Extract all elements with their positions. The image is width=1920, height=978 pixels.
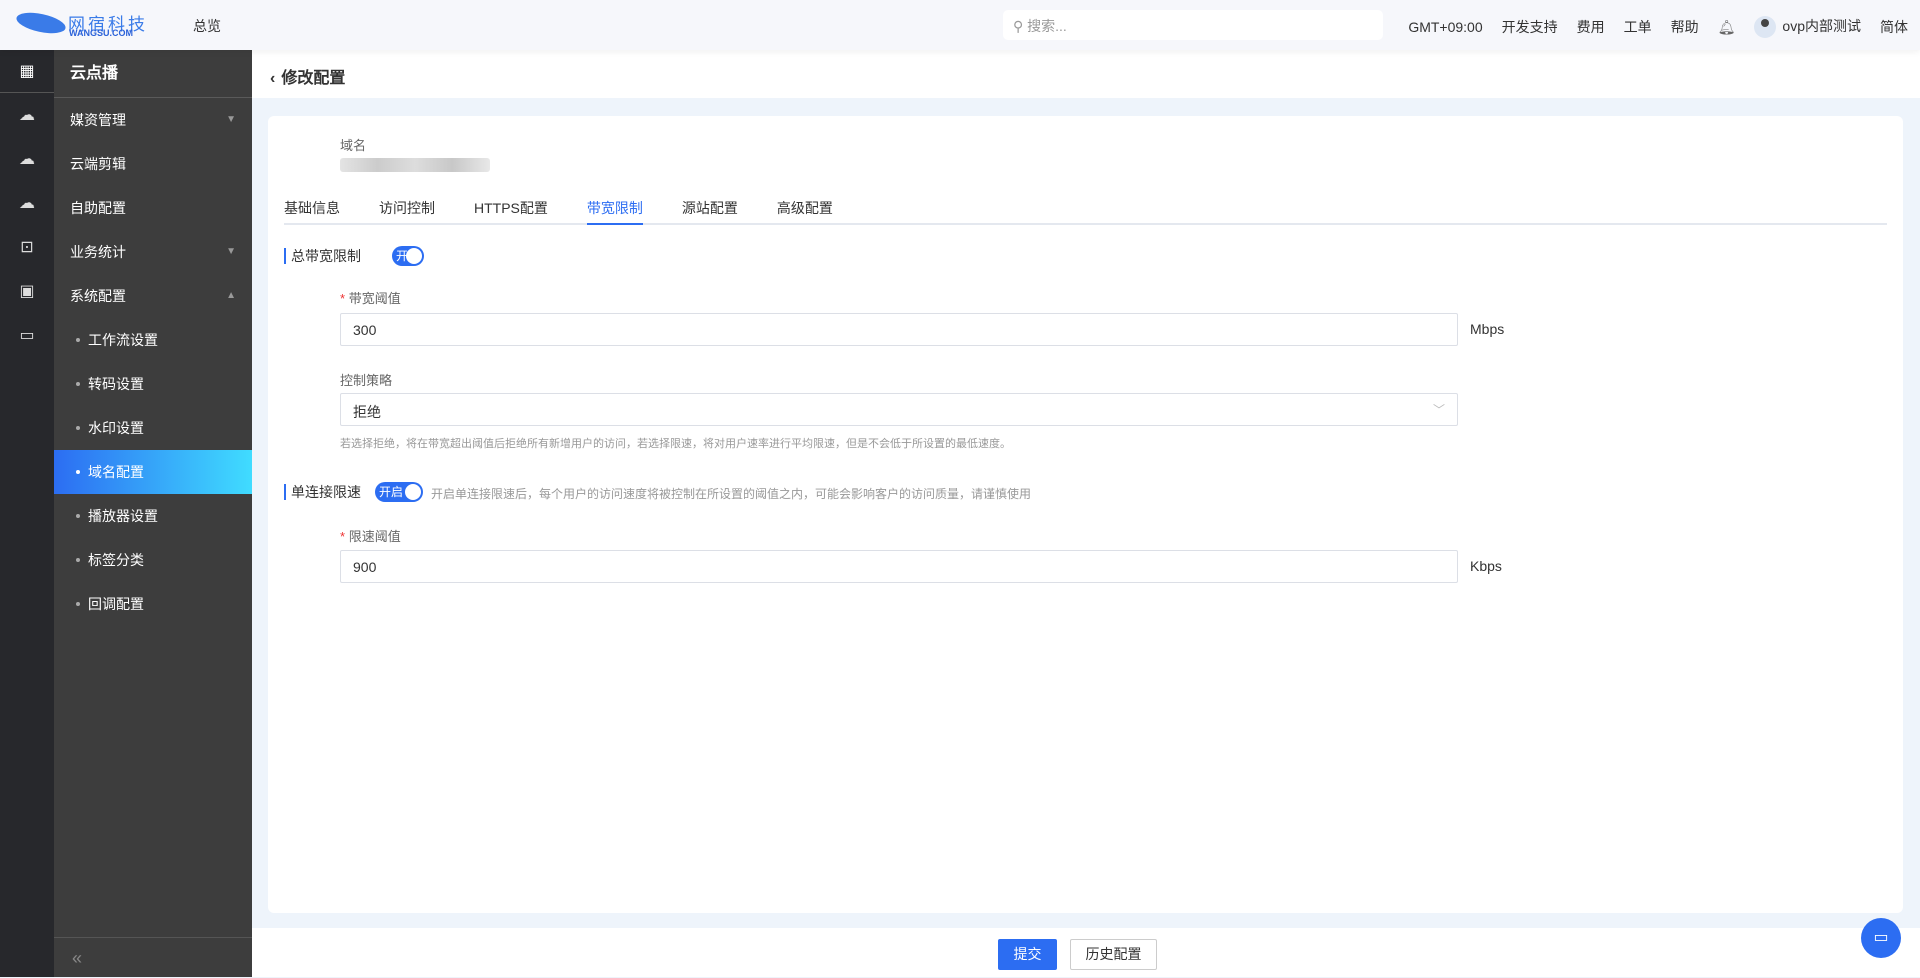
cloud-play-icon[interactable]: ☁	[0, 137, 54, 181]
history-config-button[interactable]: 历史配置	[1070, 939, 1157, 970]
nav-help[interactable]: 帮助	[1671, 17, 1699, 37]
config-card: 域名 基础信息 访问控制 HTTPS配置 带宽限制 源站配置 高级配置 总带宽限…	[268, 116, 1903, 913]
logo-mark-icon	[14, 8, 68, 38]
submit-button[interactable]: 提交	[998, 939, 1057, 970]
sidebar-item-workflow[interactable]: 工作流设置	[54, 318, 252, 362]
cloud-shield-icon[interactable]: ☁	[0, 181, 54, 225]
chevron-down-icon: ▼	[226, 246, 236, 257]
sidebar-item-media[interactable]: 媒资管理 ▼	[54, 98, 252, 142]
user-menu[interactable]: ovp内部测试	[1754, 16, 1861, 39]
speed-threshold-label: * 限速阈值	[340, 529, 401, 544]
top-header: 网宿科技 WANGSU.COM 总览 ⚲ 搜索... GMT+09:00 开发支…	[0, 0, 1920, 50]
search-icon: ⚲	[1013, 18, 1028, 34]
page-title: 修改配置	[281, 70, 346, 87]
tab-https[interactable]: HTTPS配置	[474, 194, 548, 225]
timezone[interactable]: GMT+09:00	[1408, 19, 1482, 35]
bandwidth-unit: Mbps	[1470, 321, 1505, 337]
search-input[interactable]: ⚲ 搜索...	[1003, 10, 1383, 40]
chevron-up-icon: ▲	[226, 290, 236, 301]
back-icon[interactable]: ‹	[270, 70, 275, 87]
chevron-down-icon: ﹀	[1432, 403, 1445, 417]
single-connection-section-title: 单连接限速	[284, 484, 361, 500]
sidebar-item-cloud-edit[interactable]: 云端剪辑	[54, 142, 252, 186]
search-placeholder: 搜索...	[1027, 18, 1067, 34]
settings-box-icon[interactable]: ⊡	[0, 225, 54, 269]
sidebar: 云点播 媒资管理 ▼ 云端剪辑 自助配置 业务统计 ▼ 系统配置 ▲ 工作流设置 转码…	[54, 50, 252, 977]
chevron-down-icon: ▼	[226, 114, 236, 125]
tab-access-control[interactable]: 访问控制	[379, 194, 435, 225]
tab-advanced[interactable]: 高级配置	[777, 194, 833, 225]
collapse-sidebar-icon[interactable]: «	[54, 937, 252, 977]
sidebar-item-domain-config[interactable]: 域名配置	[54, 450, 252, 494]
sidebar-item-transcode[interactable]: 转码设置	[54, 362, 252, 406]
sidebar-item-callback[interactable]: 回调配置	[54, 582, 252, 626]
nav-overview[interactable]: 总览	[193, 16, 221, 36]
speed-unit: Kbps	[1470, 558, 1502, 574]
bandwidth-threshold-input[interactable]: 300	[340, 313, 1458, 346]
icon-rail: ▦ ☁ ☁ ☁ ⊡ ▣ ▭	[0, 50, 54, 977]
nav-tickets[interactable]: 工单	[1624, 17, 1652, 37]
nav-dev-support[interactable]: 开发支持	[1502, 17, 1558, 37]
sidebar-item-self-config[interactable]: 自助配置	[54, 186, 252, 230]
w-box-icon[interactable]: ▣	[0, 269, 54, 313]
domain-value-blurred	[340, 158, 490, 172]
page-header: ‹ 修改配置	[252, 50, 1920, 98]
sidebar-item-tags[interactable]: 标签分类	[54, 538, 252, 582]
policy-select[interactable]: 拒绝 ﹀	[340, 393, 1458, 426]
sidebar-title: 云点播	[54, 50, 252, 98]
language-switch[interactable]: 简体	[1880, 17, 1908, 37]
apps-icon[interactable]: ▦	[0, 50, 54, 93]
single-connection-hint: 开启单连接限速后，每个用户的访问速度将被控制在所设置的阈值之内，可能会影响客户的…	[431, 487, 1032, 501]
nav-billing[interactable]: 费用	[1577, 17, 1605, 37]
sidebar-item-player[interactable]: 播放器设置	[54, 494, 252, 538]
policy-hint: 若选择拒绝，将在带宽超出阈值后拒绝所有新增用户的访问，若选择限速，将对用户速率进…	[340, 438, 1011, 450]
sidebar-item-watermark[interactable]: 水印设置	[54, 406, 252, 450]
policy-label: 控制策略	[340, 373, 393, 388]
tab-bandwidth-limit[interactable]: 带宽限制	[586, 194, 643, 225]
total-bandwidth-section-title: 总带宽限制	[284, 248, 361, 264]
footer-bar: 提交 历史配置	[252, 928, 1920, 977]
avatar	[1754, 16, 1777, 39]
tab-basic-info[interactable]: 基础信息	[284, 194, 340, 225]
domain-label: 域名	[340, 138, 367, 153]
sidebar-item-system-config[interactable]: 系统配置 ▲	[54, 274, 252, 318]
single-connection-toggle[interactable]: 开启	[375, 482, 423, 502]
bell-icon[interactable]: 🔔︎	[1718, 19, 1736, 36]
sidebar-item-statistics[interactable]: 业务统计 ▼	[54, 230, 252, 274]
user-name: ovp内部测试	[1782, 18, 1861, 34]
tab-bar: 基础信息 访问控制 HTTPS配置 带宽限制 源站配置 高级配置	[284, 194, 1887, 225]
logo-subtext: WANGSU.COM	[69, 28, 133, 38]
chat-support-icon[interactable]: ▭	[1861, 918, 1901, 958]
tab-origin[interactable]: 源站配置	[682, 194, 738, 225]
ticket-icon[interactable]: ▭	[0, 313, 54, 357]
total-bandwidth-toggle[interactable]: 开启	[392, 246, 424, 266]
speed-threshold-input[interactable]: 900	[340, 550, 1458, 583]
bandwidth-threshold-label: * 带宽阈值	[340, 291, 401, 306]
wangsu-logo[interactable]: 网宿科技 WANGSU.COM	[14, 8, 156, 40]
cloud-upload-icon[interactable]: ☁	[0, 93, 54, 137]
